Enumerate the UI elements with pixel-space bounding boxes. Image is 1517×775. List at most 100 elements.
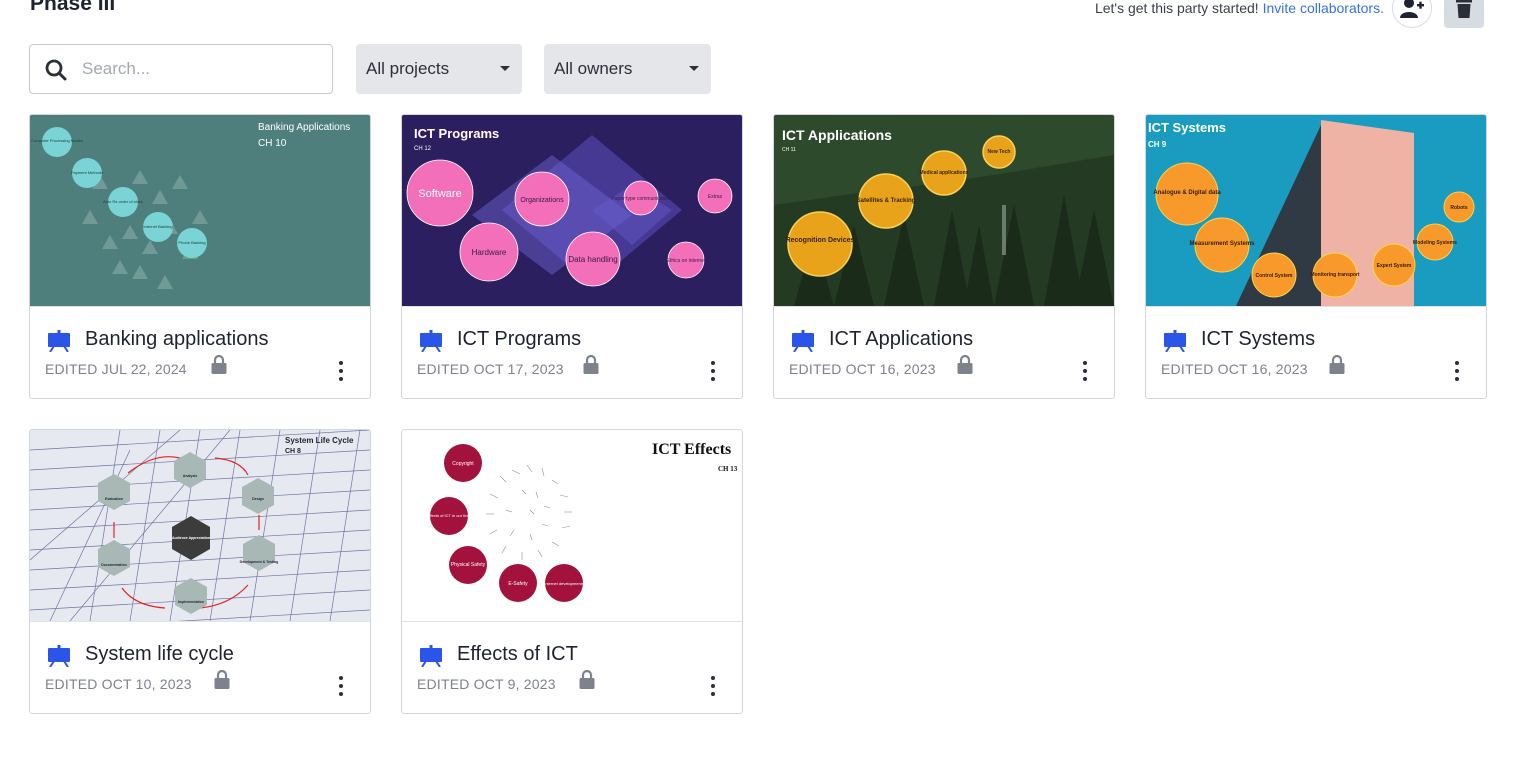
thumb-sub: CH 13	[718, 465, 738, 473]
more-vertical-icon	[339, 361, 343, 365]
lock-icon	[1329, 355, 1345, 374]
presentation-thumbnail[interactable]: Banking Applications CH 10 Computer Proc…	[30, 115, 370, 306]
svg-text:Data handling: Data handling	[568, 255, 617, 264]
svg-text:New Tech: New Tech	[988, 149, 1011, 155]
card-title[interactable]: ICT Systems	[1201, 328, 1315, 351]
owners-filter-value: All owners	[554, 59, 633, 78]
presentation-icon	[420, 330, 442, 352]
presentation-icon	[792, 330, 814, 352]
more-options-button[interactable]	[1450, 359, 1464, 383]
thumb-sub: CH 12	[414, 146, 432, 152]
thumb-heading: ICT Programs	[414, 126, 499, 141]
presentation-card[interactable]: Banking Applications CH 10 Computer Proc…	[29, 114, 371, 399]
lock-icon	[214, 670, 230, 689]
search-icon	[45, 59, 67, 81]
svg-text:Medical applications: Medical applications	[920, 170, 969, 176]
card-edited-date: EDITED OCT 16, 2023	[789, 361, 936, 377]
svg-text:Evaluation: Evaluation	[105, 497, 123, 501]
svg-text:Analogue & Digital data: Analogue & Digital data	[1153, 190, 1221, 196]
filter-bar: All projects All owners	[29, 44, 729, 94]
svg-text:Robots: Robots	[1450, 205, 1467, 211]
svg-text:Modeling Systems: Modeling Systems	[1413, 240, 1457, 246]
more-options-button[interactable]	[1078, 359, 1092, 383]
trash-icon	[1456, 0, 1472, 18]
page-header: Phase III Let's get this party started! …	[30, 0, 1490, 28]
add-user-button[interactable]	[1392, 0, 1432, 28]
svg-text:Control System: Control System	[1256, 273, 1294, 279]
thumb-heading: ICT Applications	[782, 127, 892, 143]
thumb-heading: Banking Applications	[258, 122, 350, 133]
presentation-card[interactable]: ICT Effects CH 13 Copyright Effects of I…	[401, 429, 743, 714]
svg-text:Software: Software	[418, 188, 461, 200]
card-edited-date: EDITED OCT 9, 2023	[417, 676, 556, 692]
thumb-sub: CH 9	[1148, 140, 1167, 149]
more-options-button[interactable]	[706, 674, 720, 698]
thumb-sub: CH 11	[782, 147, 796, 153]
svg-text:Expert System: Expert System	[1377, 263, 1412, 269]
more-options-button[interactable]	[334, 359, 348, 383]
presentation-icon	[420, 645, 442, 667]
card-title[interactable]: ICT Programs	[457, 328, 581, 351]
svg-text:Recognition Devices: Recognition Devices	[786, 237, 855, 244]
search-input[interactable]	[82, 45, 322, 93]
more-vertical-icon	[1083, 361, 1087, 365]
page-title: Phase III	[30, 0, 116, 15]
svg-text:E-Safety: E-Safety	[508, 581, 528, 587]
thumb-heading: ICT Effects	[652, 441, 731, 458]
search-box[interactable]	[29, 44, 333, 94]
presentation-thumbnail[interactable]: System Life Cycle CH 8 Analysis Design D…	[30, 430, 370, 621]
card-title[interactable]: System life cycle	[85, 643, 234, 666]
more-options-button[interactable]	[334, 674, 348, 698]
svg-text:Internet Banking: Internet Banking	[143, 224, 172, 229]
svg-text:Documentation: Documentation	[101, 563, 126, 567]
card-edited-date: EDITED JUL 22, 2024	[45, 361, 187, 377]
svg-text:Satellites & Tracking: Satellites & Tracking	[857, 198, 916, 204]
svg-text:Development & Testing: Development & Testing	[240, 560, 279, 564]
svg-text:Audience Appreciation: Audience Appreciation	[172, 536, 210, 540]
card-body: Effects of ICT EDITED OCT 9, 2023	[402, 621, 742, 713]
presentation-card[interactable]: System Life Cycle CH 8 Analysis Design D…	[29, 429, 371, 714]
svg-text:Payment Methods: Payment Methods	[71, 170, 103, 175]
presentation-thumbnail[interactable]: ICT Systems CH 9 Analogue & Digital data…	[1146, 115, 1486, 306]
lock-icon	[583, 355, 599, 374]
presentation-thumbnail[interactable]: ICT Programs CH 12 Software Organization…	[402, 115, 742, 306]
card-title[interactable]: ICT Applications	[829, 328, 973, 351]
card-title[interactable]: Effects of ICT	[457, 643, 578, 666]
collaborator-prompt: Let's get this party started! Invite col…	[1095, 0, 1384, 16]
more-options-button[interactable]	[706, 359, 720, 383]
presentation-thumbnail[interactable]: ICT Applications CH 11 Recognition Devic…	[774, 115, 1114, 306]
presentation-card[interactable]: ICT Systems CH 9 Analogue & Digital data…	[1145, 114, 1487, 399]
svg-text:Physical Safety: Physical Safety	[451, 562, 486, 568]
card-title[interactable]: Banking applications	[85, 328, 268, 351]
presentation-thumbnail[interactable]: ICT Effects CH 13 Copyright Effects of I…	[402, 430, 742, 621]
more-vertical-icon	[711, 361, 715, 365]
svg-text:Copyright: Copyright	[452, 461, 474, 467]
svg-text:Organizations: Organizations	[520, 197, 564, 204]
header-actions: Let's get this party started! Invite col…	[1095, 0, 1484, 28]
chevron-down-icon	[500, 66, 510, 71]
svg-text:Monitoring transport: Monitoring transport	[1310, 272, 1359, 278]
presentation-icon	[48, 330, 70, 352]
svg-text:Phone Banking: Phone Banking	[178, 240, 205, 245]
projects-filter-select[interactable]: All projects	[356, 44, 522, 94]
invite-collaborators-link[interactable]: Invite collaborators.	[1263, 0, 1384, 16]
chevron-down-icon	[689, 66, 699, 71]
presentation-card[interactable]: ICT Applications CH 11 Recognition Devic…	[773, 114, 1115, 399]
svg-text:Ethics on internet: Ethics on internet	[667, 258, 706, 264]
projects-filter-value: All projects	[366, 59, 450, 78]
svg-text:Effects of ICT in our lives: Effects of ICT in our lives	[427, 513, 471, 518]
thumb-sub: CH 8	[285, 448, 301, 455]
card-body: ICT Systems EDITED OCT 16, 2023	[1146, 306, 1486, 398]
owners-filter-select[interactable]: All owners	[544, 44, 711, 94]
more-vertical-icon	[1455, 361, 1459, 365]
card-body: ICT Programs EDITED OCT 17, 2023	[402, 306, 742, 398]
svg-text:Paper type communication: Paper type communication	[611, 196, 670, 202]
card-edited-date: EDITED OCT 16, 2023	[1161, 361, 1308, 377]
lock-icon	[957, 355, 973, 374]
presentation-icon	[48, 645, 70, 667]
svg-text:Computer Processing Modes: Computer Processing Modes	[31, 138, 83, 143]
card-body: ICT Applications EDITED OCT 16, 2023	[774, 306, 1114, 398]
trash-button[interactable]	[1444, 0, 1484, 28]
presentation-card[interactable]: ICT Programs CH 12 Software Organization…	[401, 114, 743, 399]
thumb-heading: ICT Systems	[1148, 120, 1226, 135]
